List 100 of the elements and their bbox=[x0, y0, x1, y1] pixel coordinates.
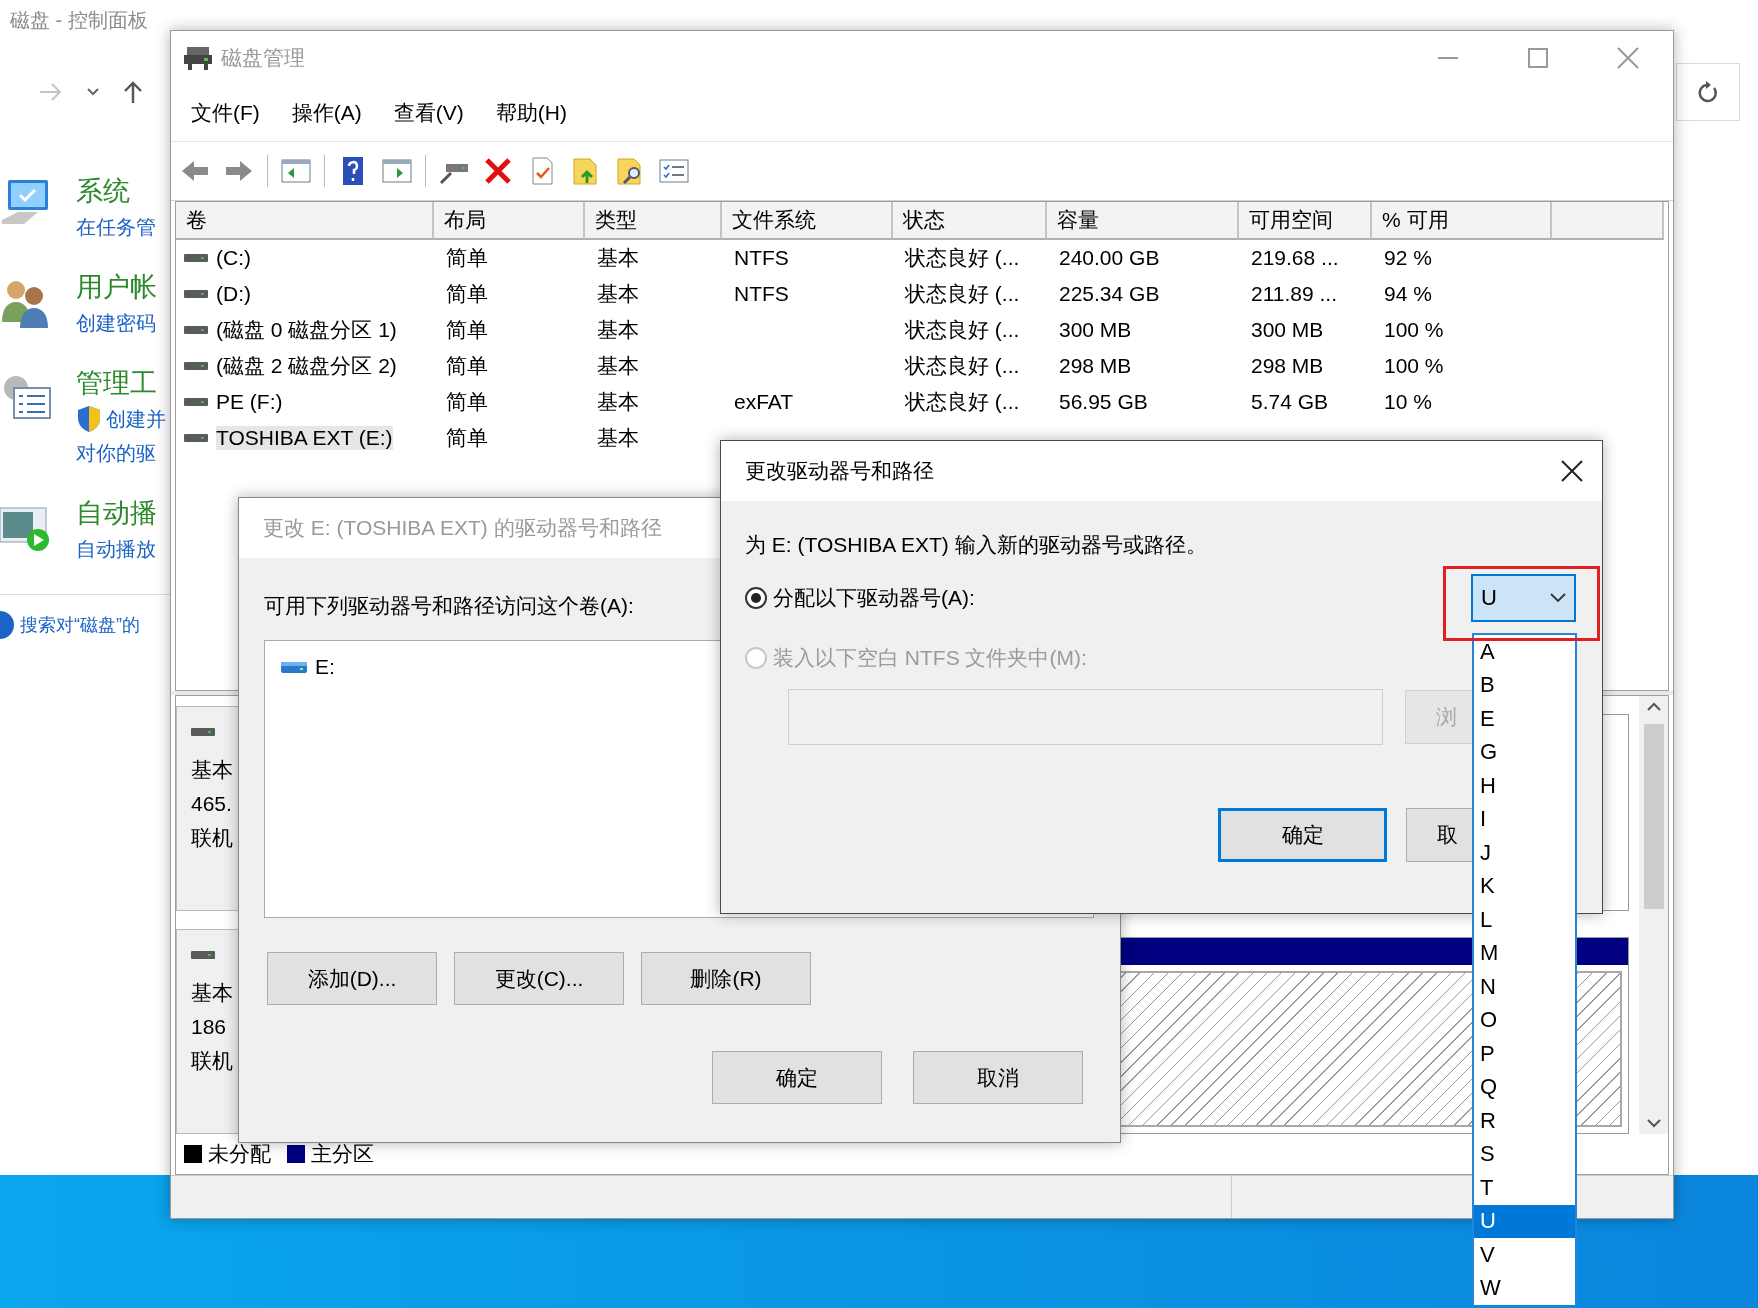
drive-letter-option[interactable]: M bbox=[1474, 936, 1575, 970]
table-cell-text: 简单 bbox=[445, 245, 489, 271]
table-cell-text: 简单 bbox=[445, 353, 489, 379]
drive-letter-option[interactable]: O bbox=[1474, 1003, 1575, 1037]
radio-button[interactable] bbox=[745, 587, 767, 609]
volume-name[interactable]: (磁盘 0 磁盘分区 1) bbox=[216, 316, 397, 344]
dialog-button[interactable]: 确定 bbox=[712, 1051, 882, 1104]
table-cell-text: 5.74 GB bbox=[1250, 389, 1330, 415]
dialog-button[interactable]: 删除(R) bbox=[641, 952, 811, 1005]
dialog-button[interactable]: 更改(C)... bbox=[454, 952, 624, 1005]
volume-name[interactable]: (D:) bbox=[216, 282, 251, 306]
chevron-up-icon[interactable] bbox=[1645, 702, 1662, 712]
column-header[interactable]: 文件系统 bbox=[722, 202, 893, 240]
drive-icon bbox=[184, 397, 208, 407]
dialog-button[interactable]: 添加(D)... bbox=[267, 952, 437, 1005]
disk-info: 基本 bbox=[191, 980, 233, 1006]
table-cell-text: 简单 bbox=[445, 389, 489, 415]
volume-name[interactable]: TOSHIBA EXT (E:) bbox=[216, 426, 393, 450]
table-cell-text: 219.68 ... bbox=[1250, 245, 1340, 271]
category-title[interactable]: 用户帐 bbox=[76, 268, 157, 306]
drive-icon bbox=[184, 325, 208, 335]
disk-info: 联机 bbox=[191, 1048, 233, 1074]
refresh-icon bbox=[1697, 80, 1719, 104]
table-cell-text: 基本 bbox=[596, 353, 640, 379]
table-cell-text: 简单 bbox=[445, 425, 489, 451]
table-cell-text: 状态良好 (... bbox=[904, 281, 1021, 307]
chevron-down-icon[interactable] bbox=[1645, 1118, 1662, 1128]
drive-letter-option[interactable]: T bbox=[1474, 1171, 1575, 1205]
drive-letter-dropdown[interactable]: U bbox=[1471, 574, 1576, 622]
disk-info: 465. bbox=[191, 791, 232, 817]
table-cell-text: NTFS bbox=[733, 245, 790, 271]
table-cell-text: 100 % bbox=[1383, 317, 1445, 343]
drive-letter-option[interactable]: S bbox=[1474, 1137, 1575, 1171]
drive-letter-option[interactable]: H bbox=[1474, 769, 1575, 803]
shield-icon bbox=[76, 405, 102, 433]
column-header[interactable]: 状态 bbox=[893, 202, 1047, 240]
table-cell-text: 56.95 GB bbox=[1058, 389, 1149, 415]
category-link[interactable]: 自动播放 bbox=[76, 532, 157, 566]
help-link[interactable]: 搜索对“磁盘”的 bbox=[20, 613, 140, 637]
category-link[interactable]: 在任务管 bbox=[76, 210, 156, 244]
table-cell-text: 状态良好 (... bbox=[904, 245, 1021, 271]
dialog-button[interactable]: 确定 bbox=[1218, 808, 1387, 862]
volume-name[interactable]: (磁盘 2 磁盘分区 2) bbox=[216, 352, 397, 380]
table-cell-text: 10 % bbox=[1383, 389, 1433, 415]
drive-letter-option[interactable]: I bbox=[1474, 802, 1575, 836]
column-header[interactable]: 可用空间 bbox=[1239, 202, 1372, 240]
table-cell-text: 100 % bbox=[1383, 353, 1445, 379]
volume-name[interactable]: (C:) bbox=[216, 246, 251, 270]
disk-info: 联机 bbox=[191, 825, 233, 851]
panel-icon[interactable] bbox=[381, 156, 413, 186]
column-header[interactable]: 容量 bbox=[1047, 202, 1239, 240]
up-arrow-icon[interactable] bbox=[122, 79, 144, 105]
table-cell-text: 基本 bbox=[596, 245, 640, 271]
category-link[interactable]: 创建密码 bbox=[76, 306, 157, 340]
chevron-down-icon[interactable] bbox=[86, 87, 100, 97]
table-cell-text: 基本 bbox=[596, 317, 640, 343]
drive-icon bbox=[184, 361, 208, 371]
column-header[interactable]: 类型 bbox=[585, 202, 722, 240]
table-cell-text: 状态良好 (... bbox=[904, 317, 1021, 343]
drive-letter-option[interactable]: Q bbox=[1474, 1070, 1575, 1104]
drive-letter-option[interactable]: J bbox=[1474, 836, 1575, 870]
category-title[interactable]: 系统 bbox=[76, 172, 156, 210]
checklist-icon[interactable] bbox=[658, 156, 690, 186]
drive-letter-option[interactable]: W bbox=[1474, 1271, 1575, 1305]
drive-letter-option[interactable]: L bbox=[1474, 903, 1575, 937]
menu-item[interactable]: 查看(V) bbox=[377, 93, 480, 133]
menu-item[interactable]: 帮助(H) bbox=[479, 93, 583, 133]
radio-label[interactable]: 分配以下驱动器号(A): bbox=[773, 584, 975, 612]
menu-item[interactable]: 文件(F) bbox=[175, 93, 276, 133]
table-cell-text: 298 MB bbox=[1250, 353, 1325, 379]
dialog-button[interactable]: 取消 bbox=[913, 1051, 1083, 1104]
drive-letter-option[interactable]: U bbox=[1474, 1204, 1575, 1238]
menu-item[interactable]: 操作(A) bbox=[275, 93, 378, 133]
drive-letter-option[interactable]: R bbox=[1474, 1104, 1575, 1138]
category-link[interactable]: 创建并 bbox=[106, 402, 166, 436]
drive-icon bbox=[184, 289, 208, 299]
category-link[interactable]: 对你的驱 bbox=[76, 436, 166, 470]
volume-name[interactable]: PE (F:) bbox=[216, 390, 283, 414]
delete-icon[interactable] bbox=[482, 156, 514, 186]
path-item[interactable]: E: bbox=[315, 655, 335, 679]
column-header[interactable]: 卷 bbox=[176, 202, 434, 240]
drive-letter-option[interactable]: V bbox=[1474, 1238, 1575, 1272]
table-cell-text: 94 % bbox=[1383, 281, 1433, 307]
scrollbar[interactable] bbox=[1639, 696, 1668, 1134]
refresh-button[interactable] bbox=[1676, 63, 1740, 121]
column-header[interactable]: 布局 bbox=[434, 202, 585, 240]
drive-icon bbox=[184, 433, 208, 443]
category-title[interactable]: 自动播 bbox=[76, 494, 157, 532]
legend-label: 未分配 bbox=[208, 1141, 271, 1167]
table-cell-text: 92 % bbox=[1383, 245, 1433, 271]
column-header[interactable]: % 可用 bbox=[1372, 202, 1552, 240]
panel-icon[interactable] bbox=[280, 156, 312, 186]
drive-letter-option[interactable]: K bbox=[1474, 869, 1575, 903]
table-cell-text: 300 MB bbox=[1058, 317, 1133, 343]
drive-letter-option[interactable]: N bbox=[1474, 970, 1575, 1004]
drive-letter-option[interactable]: P bbox=[1474, 1037, 1575, 1071]
table-cell-text: 基本 bbox=[596, 389, 640, 415]
table-cell-text: 300 MB bbox=[1250, 317, 1325, 343]
table-cell-text: 状态良好 (... bbox=[904, 353, 1021, 379]
category-title[interactable]: 管理工 bbox=[76, 364, 166, 402]
